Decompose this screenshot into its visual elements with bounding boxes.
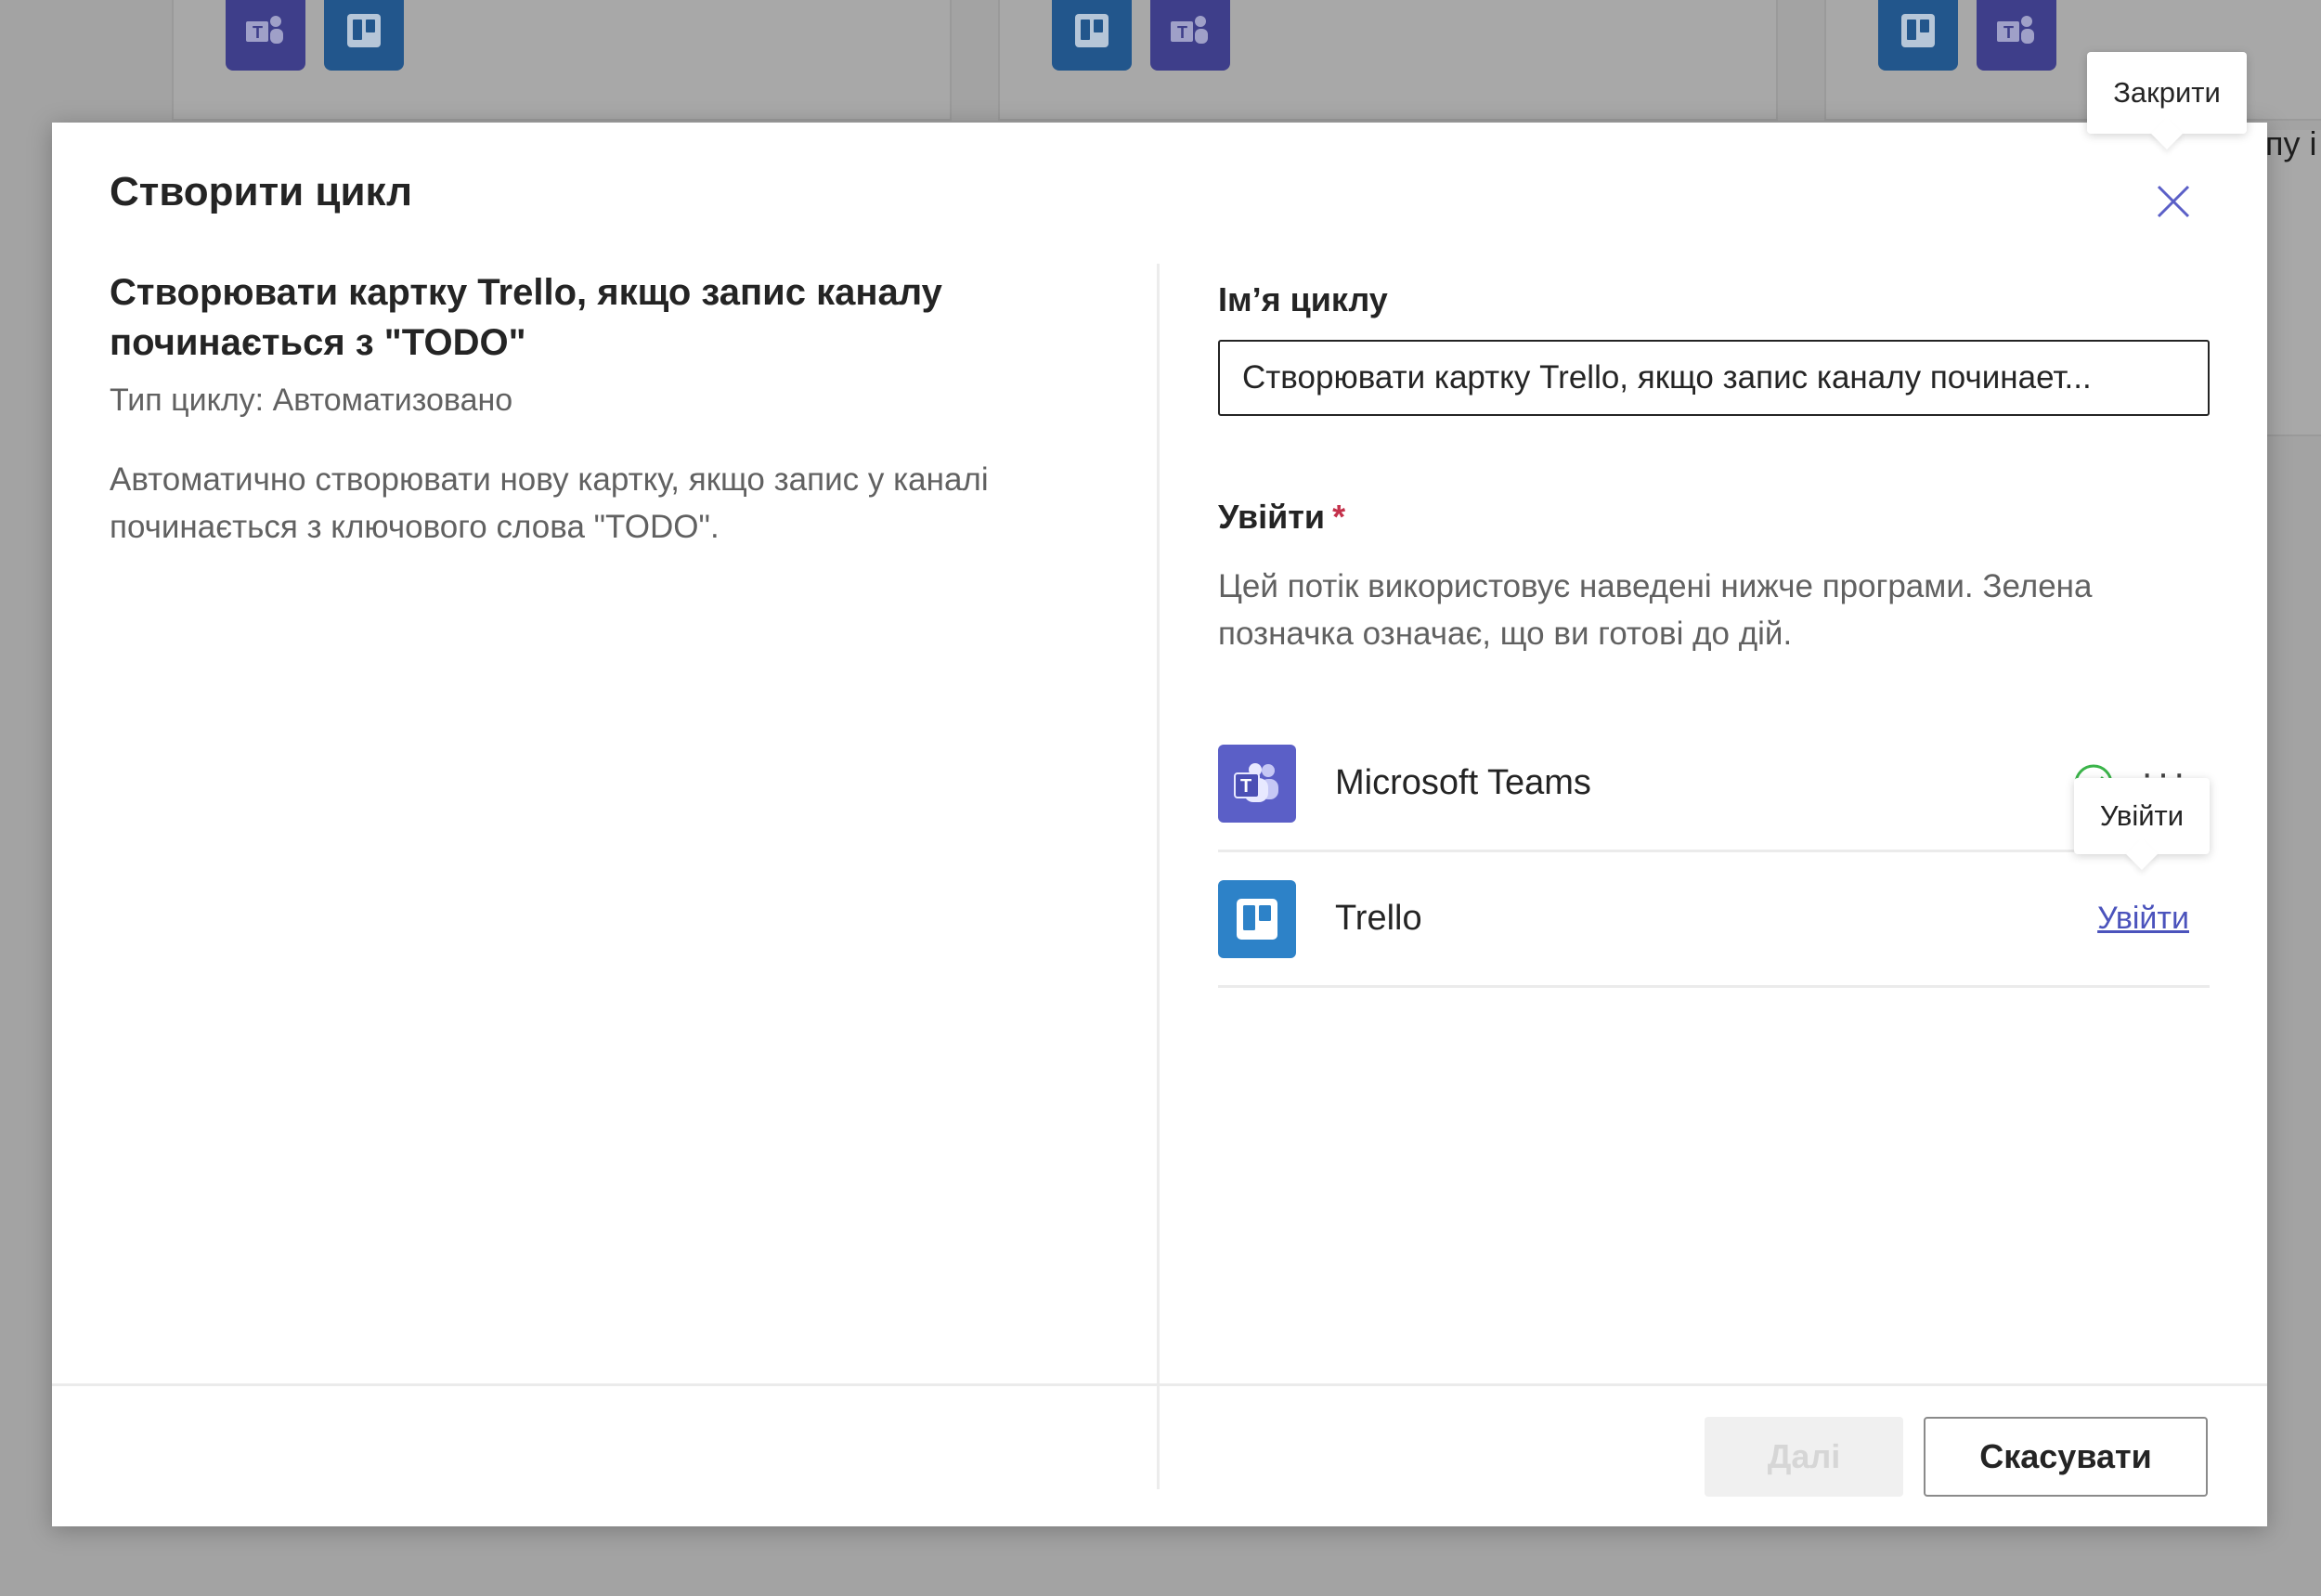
trello-icon [1052,0,1132,71]
signin-section-label: Увійти * [1218,498,2211,537]
trello-icon [324,0,404,71]
create-flow-dialog: Створити цикл Створювати картку Trello, … [52,123,2267,1526]
svg-text:T: T [1240,776,1251,797]
flow-form: Ім’я циклу Увійти* Цей потік використову… [1218,280,2211,988]
svg-text:T: T [1177,23,1187,42]
footer-divider [52,1383,2267,1386]
connector-name: Trello [1335,899,1422,938]
signin-description: Цей потік використовує наведені нижче пр… [1218,568,2093,652]
teams-icon: T [1218,744,1296,823]
close-tooltip-text: Закрити [2113,76,2221,109]
trello-icon [1878,0,1958,71]
signin-tooltip: Увійти [2074,778,2210,854]
trello-icon [1218,879,1296,958]
background-flow-card: T [998,0,1778,121]
template-summary: Створювати картку Trello, якщо запис кан… [110,267,1149,551]
trello-signin-link[interactable]: Увійти [2097,901,2189,937]
column-divider [1157,264,1160,1489]
signin-label-text: Увійти [1218,498,1326,536]
teams-icon: T [1150,0,1230,71]
background-flow-card: T [172,0,952,121]
svg-text:T: T [2003,23,2014,42]
dialog-title: Створити цикл [110,169,413,214]
svg-text:T: T [253,23,263,42]
close-button[interactable] [2141,169,2206,234]
flow-name-label: Ім’я циклу [1218,280,1388,318]
connector-list: T Microsoft Teams ··· Trello Увійти [1218,717,2210,988]
connector-name: Microsoft Teams [1335,763,1591,802]
connector-actions: Увійти [2097,852,2189,985]
background-peek-text: пу і [2265,124,2317,162]
flow-type-label: Тип циклу: Автоматизовано [110,383,513,418]
signin-tooltip-text: Увійти [2099,799,2185,832]
flow-name-input[interactable] [1218,340,2210,416]
teams-icon: T [1977,0,2056,71]
template-description: Автоматично створювати нову картку, якщо… [110,461,989,545]
next-button[interactable]: Далі [1705,1417,1903,1497]
cancel-button[interactable]: Скасувати [1924,1417,2208,1497]
connector-row-teams: T Microsoft Teams ··· [1218,717,2210,852]
close-icon [2157,185,2190,218]
close-tooltip: Закрити [2087,52,2247,134]
template-heading: Створювати картку Trello, якщо запис кан… [110,272,942,363]
background-panel [2267,130,2321,436]
connector-row-trello: Trello Увійти [1218,852,2210,988]
teams-icon: T [226,0,305,71]
required-mark: * [1332,498,1346,536]
